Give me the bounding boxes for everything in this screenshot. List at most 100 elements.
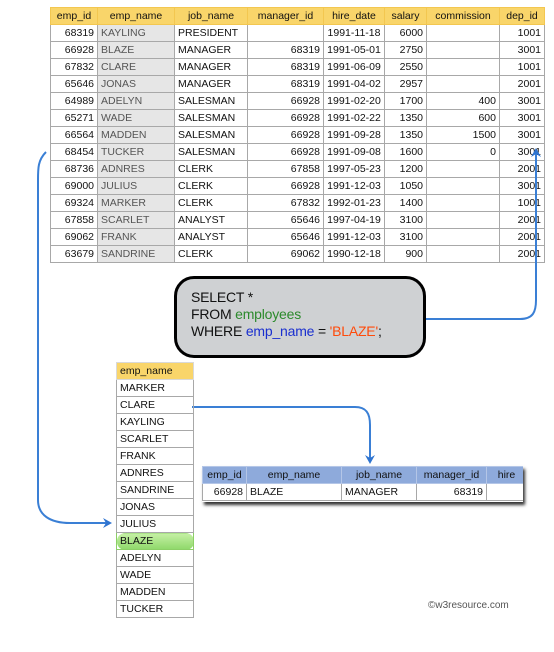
sql-where-keyword: WHERE [191,323,246,339]
cell-dep-id: 2001 [499,75,545,93]
list-item: MARKER [116,379,194,397]
cell-manager-id: 69062 [247,245,324,263]
cell-emp-name: TUCKER [97,143,175,161]
table-row: 67858 SCARLET ANALYST 65646 1997-04-19 3100 20… [50,211,545,229]
result-cell-job-name: MANAGER [341,483,417,501]
cell-emp-id: 67858 [50,211,98,229]
cell-salary: 1600 [384,143,427,161]
cell-emp-id: 66928 [50,41,98,59]
cell-manager-id: 66928 [247,109,324,127]
cell-commission [426,75,500,93]
cell-job-name: SALESMAN [174,126,248,144]
list-item: ADELYN [116,549,194,567]
cell-commission [426,211,500,229]
result-cell-emp-id: 66928 [202,483,247,501]
list-item: CLARE [116,396,194,414]
result-table-header: emp_id emp_name job_name manager_id hire [202,466,523,484]
cell-dep-id: 3001 [499,177,545,195]
cell-job-name: ANALYST [174,228,248,246]
cell-hire-date: 1991-09-28 [323,126,385,144]
result-cell-emp-name: BLAZE [246,483,342,501]
cell-emp-id: 68454 [50,143,98,161]
cell-commission [426,177,500,195]
cell-hire-date: 1992-01-23 [323,194,385,212]
cell-salary: 3100 [384,211,427,229]
emp-name: SCARLET [116,430,194,448]
cell-commission: 600 [426,109,500,127]
cell-emp-id: 68319 [50,24,98,42]
cell-dep-id: 1001 [499,194,545,212]
emp-name: TUCKER [116,600,194,618]
cell-commission [426,228,500,246]
sql-select-line: SELECT * [191,289,253,305]
cell-hire-date: 1997-05-23 [323,160,385,178]
emp-name: ADNRES [116,464,194,482]
cell-salary: 2957 [384,75,427,93]
cell-manager-id [247,24,324,42]
cell-job-name: CLERK [174,160,248,178]
result-header-manager-id: manager_id [416,466,487,484]
list-item: KAYLING [116,413,194,431]
cell-hire-date: 1991-06-09 [323,58,385,76]
emp-name: MADDEN [116,583,194,601]
sql-from-keyword: FROM [191,306,236,322]
cell-emp-id: 69324 [50,194,98,212]
cell-salary: 1050 [384,177,427,195]
emp-name: SANDRINE [116,481,194,499]
table-row: 68736 ADNRES CLERK 67858 1997-05-23 1200 2001 [50,160,545,178]
sql-table-name: employees [235,306,302,322]
sql-query-box: SELECT * FROM employees WHERE emp_name =… [174,276,426,358]
cell-commission [426,41,500,59]
column-header-commission: commission [426,7,500,25]
sql-column-name: emp_name [245,323,315,339]
highlighted-name: BLAZE [116,532,194,550]
column-header-salary: salary [384,7,427,25]
cell-manager-id: 66928 [247,92,324,110]
cell-job-name: SALESMAN [174,143,248,161]
list-item: BLAZE [116,532,194,550]
cell-emp-name: SCARLET [97,211,175,229]
cell-manager-id: 68319 [247,75,324,93]
sql-value: 'BLAZE' [329,323,379,339]
cell-emp-name: BLAZE [97,41,175,59]
cell-hire-date: 1991-12-03 [323,228,385,246]
cell-job-name: CLERK [174,194,248,212]
cell-job-name: MANAGER [174,41,248,59]
cell-emp-name: MADDEN [97,126,175,144]
cell-manager-id: 66928 [247,177,324,195]
cell-dep-id: 2001 [499,228,545,246]
cell-emp-id: 66564 [50,126,98,144]
cell-hire-date: 1991-04-02 [323,75,385,93]
emp-name-list-header: emp_name [116,362,194,380]
cell-emp-id: 65646 [50,75,98,93]
result-header-hire: hire [486,466,523,484]
cell-emp-name: WADE [97,109,175,127]
column-header-emp-id: emp_id [50,7,98,25]
cell-emp-name: ADELYN [97,92,175,110]
table-row: 65271 WADE SALESMAN 66928 1991-02-22 1350 600 3… [50,109,545,127]
cell-manager-id: 67832 [247,194,324,212]
cell-salary: 1200 [384,160,427,178]
result-cell-manager-id: 68319 [416,483,487,501]
cell-manager-id: 65646 [247,228,324,246]
sql-from-line: FROM employees [191,306,423,323]
cell-emp-name: FRANK [97,228,175,246]
emp-name-list: emp_name MARKER CLARE KAYLING SCARLET FRANK A… [116,362,194,618]
cell-hire-date: 1991-05-01 [323,41,385,59]
cell-emp-name: KAYLING [97,24,175,42]
list-item: TUCKER [116,600,194,618]
cell-dep-id: 3001 [499,126,545,144]
cell-job-name: CLERK [174,245,248,263]
cell-manager-id: 66928 [247,143,324,161]
column-header-hire-date: hire_date [323,7,385,25]
cell-job-name: SALESMAN [174,109,248,127]
cell-hire-date: 1991-02-22 [323,109,385,127]
copyright-credit: ©w3resource.com [428,600,509,611]
table-row: 69062 FRANK ANALYST 65646 1991-12-03 3100 2001 [50,228,545,246]
emp-name: JULIUS [116,515,194,533]
cell-emp-id: 67832 [50,58,98,76]
emp-name: JONAS [116,498,194,516]
cell-hire-date: 1997-04-19 [323,211,385,229]
cell-salary: 6000 [384,24,427,42]
cell-emp-name: MARKER [97,194,175,212]
